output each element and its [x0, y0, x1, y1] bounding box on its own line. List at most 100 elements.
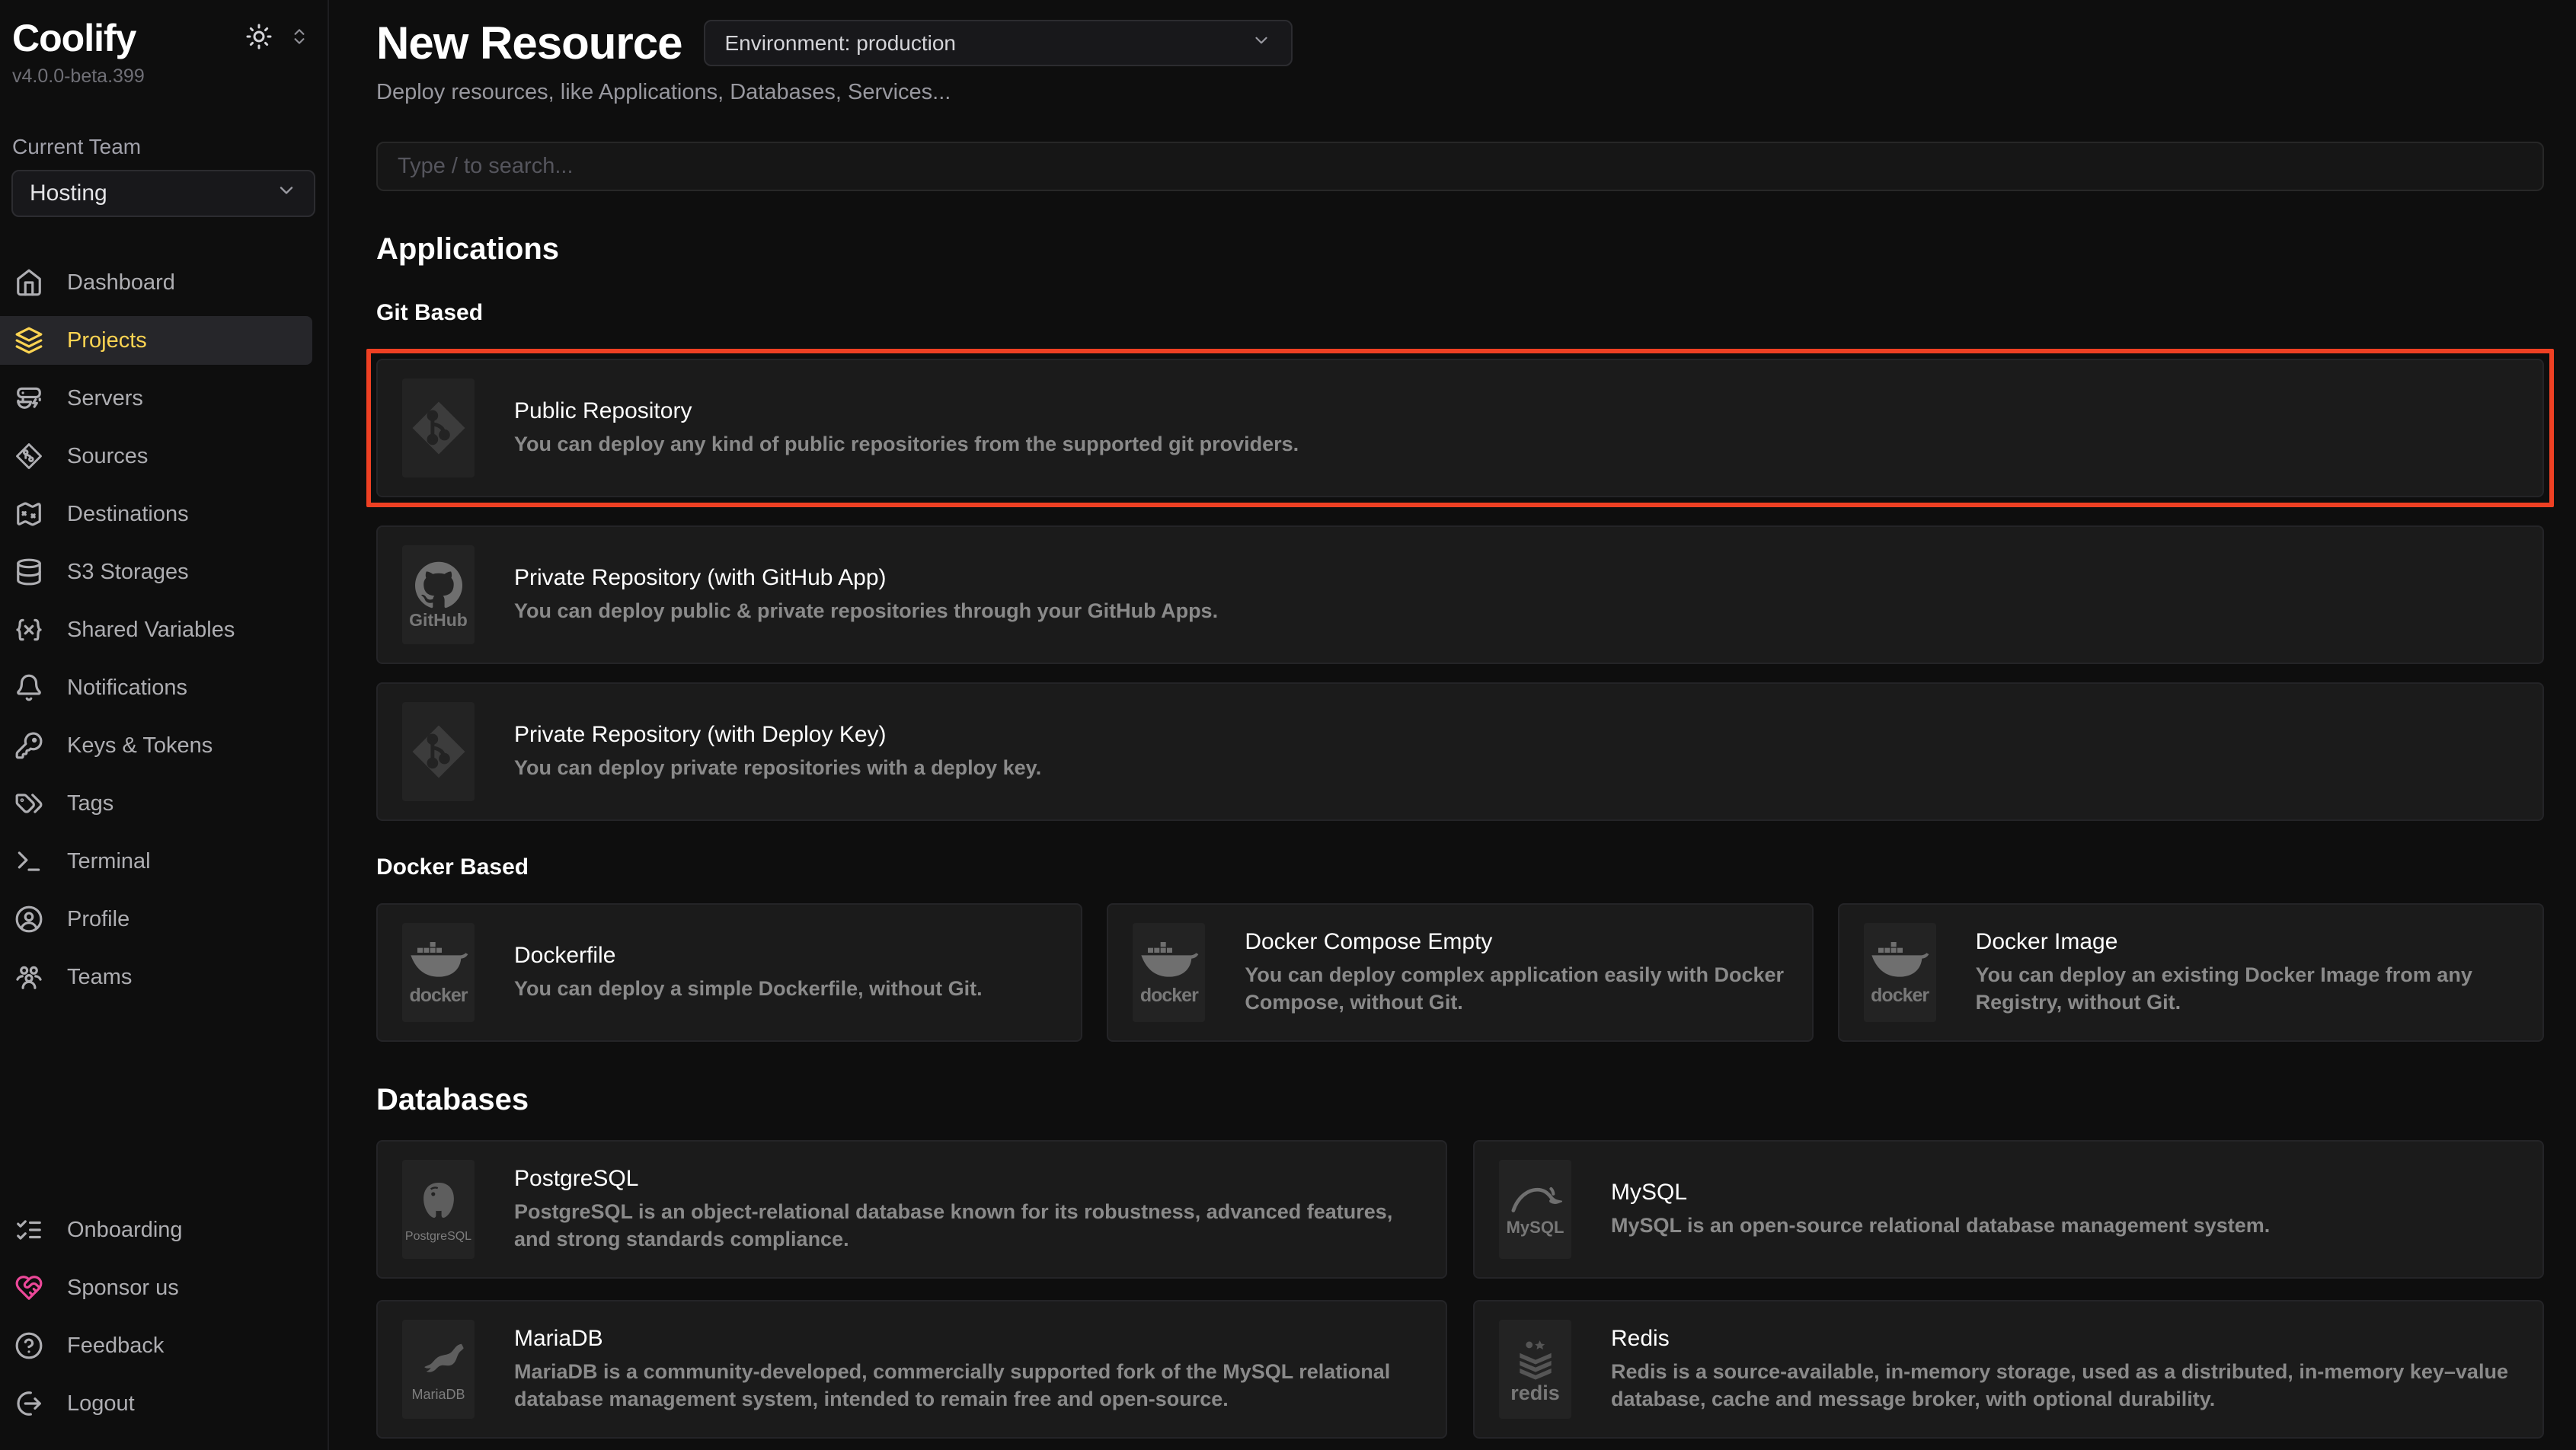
key-icon: [14, 730, 44, 761]
sidebar-item-sources[interactable]: Sources: [0, 432, 312, 481]
git-branch-diamond-icon: [14, 441, 44, 471]
page-title: New Resource: [376, 17, 682, 69]
card-description: You can deploy private repositories with…: [514, 755, 1041, 782]
sidebar-item-label: S3 Storages: [67, 560, 189, 585]
card-description: MySQL is an open-source relational datab…: [1611, 1212, 2270, 1240]
card-redis[interactable]: redis Redis Redis is a source-available,…: [1473, 1300, 2544, 1439]
sidebar-item-label: Tags: [67, 791, 113, 816]
heart-handshake-icon: [14, 1273, 44, 1303]
redis-wordmark: redis: [1510, 1383, 1560, 1404]
card-title: PostgreSQL: [514, 1166, 1427, 1192]
card-dockerfile[interactable]: docker Dockerfile You can deploy a simpl…: [376, 903, 1082, 1042]
search-input[interactable]: [376, 142, 2544, 191]
tags-icon: [14, 788, 44, 819]
server-icon: [14, 383, 44, 414]
sidebar-item-label: Sponsor us: [67, 1276, 179, 1301]
card-docker-compose-empty[interactable]: docker Docker Compose Empty You can depl…: [1107, 903, 1813, 1042]
sidebar-item-logout[interactable]: Logout: [0, 1379, 312, 1428]
sidebar-item-notifications[interactable]: Notifications: [0, 663, 312, 712]
terminal-icon: [14, 846, 44, 877]
card-postgresql[interactable]: PostgreSQL PostgreSQL PostgreSQL is an o…: [376, 1140, 1447, 1279]
card-private-repository-github-app[interactable]: GitHub Private Repository (with GitHub A…: [376, 525, 2544, 664]
card-mariadb[interactable]: MariaDB MariaDB MariaDB is a community-d…: [376, 1300, 1447, 1439]
current-team-label: Current Team: [12, 135, 328, 159]
sidebar-item-feedback[interactable]: Feedback: [0, 1321, 312, 1370]
sidebar-item-servers[interactable]: Servers: [0, 374, 312, 423]
sidebar-item-label: Terminal: [67, 849, 151, 874]
sidebar-collapse-button[interactable]: [289, 25, 309, 50]
card-private-repository-deploy-key[interactable]: Private Repository (with Deploy Key) You…: [376, 682, 2544, 821]
sun-icon: [245, 23, 273, 53]
docker-wordmark: docker: [1871, 986, 1929, 1005]
card-description: You can deploy an existing Docker Image …: [1976, 962, 2524, 1016]
database-icon: [14, 557, 44, 587]
sidebar-item-label: Logout: [67, 1391, 135, 1416]
logout-icon: [14, 1388, 44, 1419]
sidebar-item-label: Sources: [67, 444, 148, 469]
sidebar-item-dashboard[interactable]: Dashboard: [0, 258, 312, 307]
sidebar-item-label: Projects: [67, 328, 147, 353]
card-title: Docker Image: [1976, 929, 2524, 955]
sidebar-item-label: Teams: [67, 965, 132, 990]
github-wordmark: GitHub: [409, 612, 468, 629]
chevrons-up-down-icon: [289, 25, 309, 50]
braces-x-icon: [14, 615, 44, 645]
environment-select-value: Environment: production: [725, 31, 957, 56]
team-select-value: Hosting: [30, 180, 107, 206]
card-title: Private Repository (with GitHub App): [514, 565, 1218, 591]
card-description: MariaDB is a community-developed, commer…: [514, 1359, 1427, 1413]
list-checks-icon: [14, 1215, 44, 1245]
user-circle-icon: [14, 904, 44, 934]
page-subtitle: Deploy resources, like Applications, Dat…: [376, 80, 2544, 105]
theme-toggle-button[interactable]: [245, 23, 273, 53]
sidebar-item-projects[interactable]: Projects: [0, 316, 312, 365]
redis-logo-icon: redis: [1499, 1320, 1571, 1419]
sidebar-item-label: Profile: [67, 907, 129, 932]
card-title: MySQL: [1611, 1180, 2270, 1206]
sidebar-header: Coolify: [0, 18, 328, 58]
card-description: You can deploy any kind of public reposi…: [514, 431, 1299, 458]
database-cards: PostgreSQL PostgreSQL PostgreSQL is an o…: [376, 1140, 2544, 1439]
git-logo-icon: [402, 702, 475, 801]
help-circle-icon: [14, 1330, 44, 1361]
card-title: Dockerfile: [514, 943, 983, 969]
main-content: New Resource Environment: production Dep…: [329, 0, 2576, 1450]
sidebar-item-label: Keys & Tokens: [67, 733, 213, 759]
sidebar-nav: Dashboard Projects Servers Sources Desti…: [0, 258, 328, 1011]
section-heading-applications: Applications: [376, 232, 2544, 267]
sidebar-item-teams[interactable]: Teams: [0, 953, 312, 1001]
card-public-repository[interactable]: Public Repository You can deploy any kin…: [376, 359, 2544, 497]
card-title: Redis: [1611, 1326, 2524, 1352]
annotation-highlight-box: Public Repository You can deploy any kin…: [366, 349, 2554, 507]
docker-logo-icon: docker: [1864, 923, 1936, 1022]
mariadb-logo-icon: MariaDB: [402, 1320, 475, 1419]
sidebar-item-sponsor-us[interactable]: Sponsor us: [0, 1263, 312, 1312]
sidebar-item-destinations[interactable]: Destinations: [0, 490, 312, 538]
sidebar-item-profile[interactable]: Profile: [0, 895, 312, 944]
sidebar-item-s3-storages[interactable]: S3 Storages: [0, 548, 312, 596]
environment-select[interactable]: Environment: production: [704, 20, 1293, 66]
github-logo-icon: GitHub: [402, 545, 475, 644]
card-description: You can deploy public & private reposito…: [514, 598, 1218, 625]
sidebar: Coolify v4.0.0-beta.399 Current Team Hos…: [0, 0, 329, 1450]
card-title: Public Repository: [514, 398, 1299, 424]
sidebar-item-label: Shared Variables: [67, 618, 235, 643]
card-title: Private Repository (with Deploy Key): [514, 722, 1041, 748]
card-docker-image[interactable]: docker Docker Image You can deploy an ex…: [1838, 903, 2544, 1042]
card-mysql[interactable]: MySQL MySQL MySQL is an open-source rela…: [1473, 1140, 2544, 1279]
sidebar-item-terminal[interactable]: Terminal: [0, 837, 312, 886]
subsection-heading-git-based: Git Based: [376, 300, 2544, 326]
sidebar-item-label: Servers: [67, 386, 143, 411]
home-icon: [14, 267, 44, 298]
sidebar-item-onboarding[interactable]: Onboarding: [0, 1206, 312, 1254]
docker-logo-icon: docker: [402, 923, 475, 1022]
postgresql-wordmark: PostgreSQL: [405, 1231, 471, 1243]
sidebar-item-tags[interactable]: Tags: [0, 779, 312, 828]
sidebar-item-label: Onboarding: [67, 1218, 183, 1243]
sidebar-item-keys-tokens[interactable]: Keys & Tokens: [0, 721, 312, 770]
sidebar-footer-nav: Onboarding Sponsor us Feedback Logout: [0, 1206, 328, 1437]
mysql-logo-icon: MySQL: [1499, 1160, 1571, 1259]
sidebar-item-shared-variables[interactable]: Shared Variables: [0, 605, 312, 654]
docker-wordmark: docker: [1140, 986, 1198, 1005]
team-select[interactable]: Hosting: [11, 170, 315, 217]
